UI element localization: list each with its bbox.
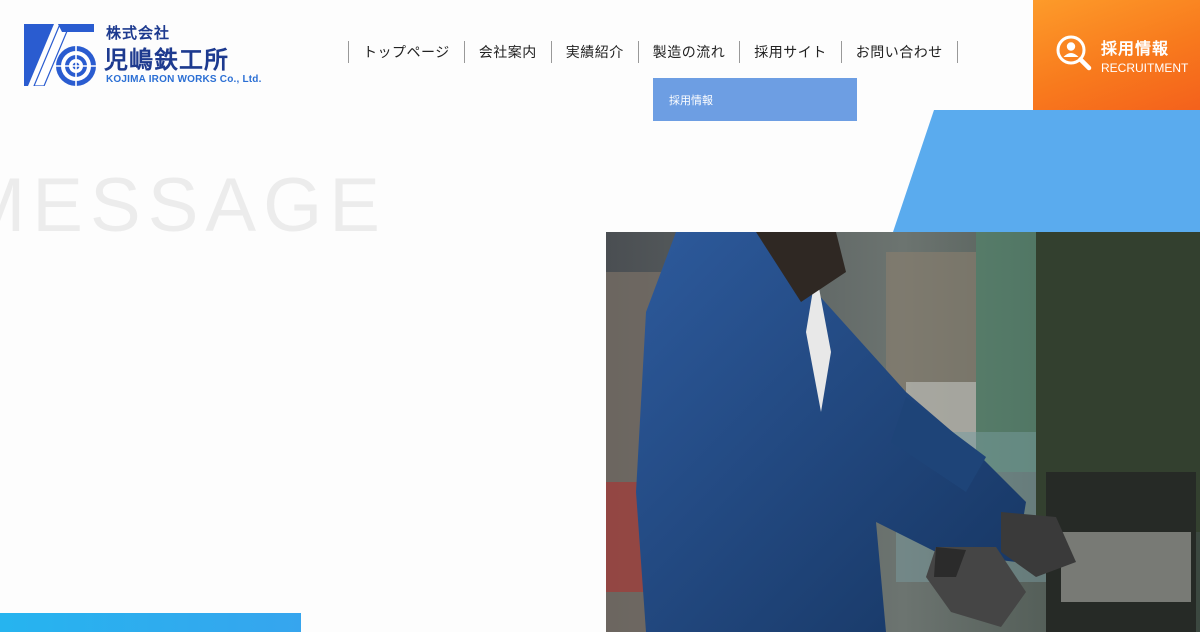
user-search-icon (1056, 35, 1092, 71)
logo-english-name: KOJIMA IRON WORKS Co., Ltd. (106, 74, 262, 85)
factory-worker-photo (606, 232, 1200, 632)
recruitment-label-en: RECRUITMENT (1101, 61, 1189, 75)
nav-item-recruit-site[interactable]: 採用サイト (739, 41, 841, 63)
message-watermark: MESSAGE (0, 163, 387, 248)
dropdown-item-recruit-info[interactable]: 採用情報 (653, 78, 857, 121)
nav-item-process[interactable]: 製造の流れ (637, 41, 740, 63)
nav-item-contact[interactable]: お問い合わせ (840, 41, 958, 63)
site-header: 株式会社 児嶋鉄工所 KOJIMA IRON WORKS Co., Ltd. ト… (0, 0, 1200, 110)
nav-item-works[interactable]: 実績紹介 (550, 41, 638, 63)
kojima-logo-mark-icon (24, 24, 98, 86)
bottom-accent-bar (0, 613, 301, 632)
recruitment-button[interactable]: 採用情報 RECRUITMENT (1033, 0, 1200, 110)
main-nav: トップページ 会社案内 実績紹介 製造の流れ 採用サイト お問い合わせ (348, 40, 958, 64)
nav-item-top[interactable]: トップページ (348, 41, 464, 63)
logo-company-name: 児嶋鉄工所 (104, 45, 229, 74)
recruitment-label-jp: 採用情報 (1101, 39, 1170, 58)
decorative-blue-shape (893, 110, 1200, 232)
nav-item-company[interactable]: 会社案内 (463, 41, 551, 63)
company-logo[interactable]: 株式会社 児嶋鉄工所 KOJIMA IRON WORKS Co., Ltd. (24, 22, 274, 92)
